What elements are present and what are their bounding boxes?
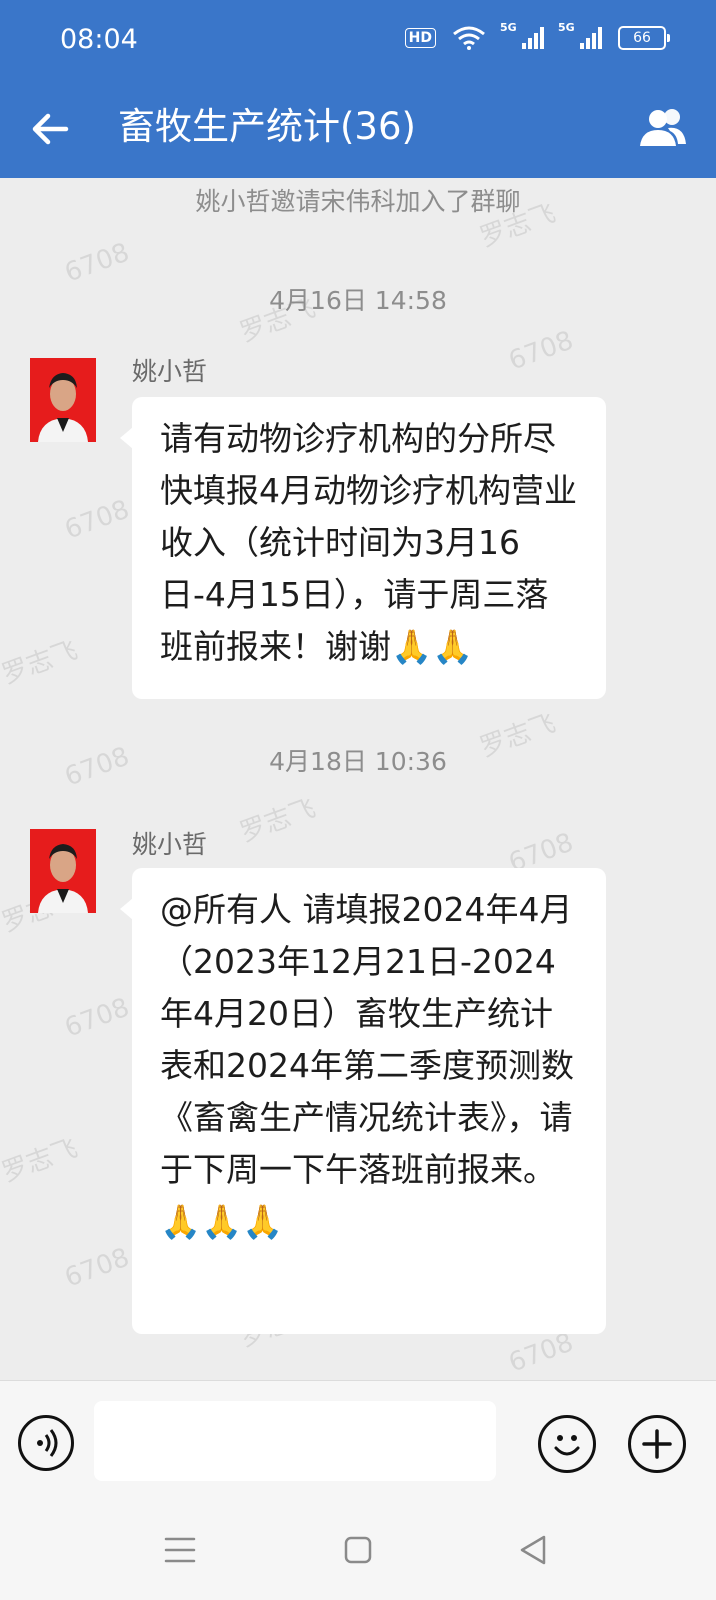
- message-timestamp: 4月16日 14:58: [269, 286, 447, 315]
- watermark-code: 6708: [504, 325, 578, 377]
- message-input[interactable]: [94, 1401, 496, 1481]
- plus-icon: [642, 1429, 672, 1459]
- emoji-button[interactable]: [538, 1415, 596, 1473]
- group-members-icon[interactable]: [634, 104, 690, 154]
- message-text: 请有动物诊疗机构的分所尽快填报4月动物诊疗机构营业收入（统计时间为3月16日-4…: [160, 419, 577, 666]
- chat-title: 畜牧生产统计(36): [118, 105, 416, 148]
- signal-icon-sim1: 5G: [500, 21, 544, 49]
- chat-header: 畜牧生产统计(36): [0, 80, 716, 178]
- voice-icon: [37, 1429, 58, 1457]
- more-actions-button[interactable]: [628, 1415, 686, 1473]
- system-message: 姚小哲邀请宋伟科加入了群聊: [195, 187, 521, 216]
- menu-icon[interactable]: [158, 1528, 202, 1572]
- back-triangle-icon[interactable]: [512, 1528, 556, 1572]
- status-icons: HD 5G 5G 66: [404, 21, 670, 50]
- back-arrow-icon[interactable]: [28, 106, 74, 152]
- message-bubble[interactable]: 请有动物诊疗机构的分所尽快填报4月动物诊疗机构营业收入（统计时间为3月16日-4…: [120, 397, 606, 699]
- watermark-name: 罗志飞: [0, 635, 82, 691]
- home-icon[interactable]: [336, 1528, 380, 1572]
- battery-icon: 66: [618, 26, 670, 50]
- watermark-name: 罗志飞: [236, 793, 320, 849]
- chat-input-bar: [0, 1380, 716, 1501]
- watermark-code: 6708: [504, 1327, 578, 1379]
- status-time: 08:04: [60, 24, 138, 55]
- watermark-code: 6708: [60, 992, 134, 1044]
- watermark-code: 6708: [60, 1242, 134, 1294]
- message-timestamp: 4月18日 10:36: [269, 747, 447, 776]
- system-navigation-bar: [0, 1500, 716, 1600]
- avatar[interactable]: [30, 829, 96, 913]
- wifi-icon: [453, 26, 485, 50]
- hd-icon: HD: [404, 28, 436, 48]
- message-bubble[interactable]: @所有人 请填报2024年4月（2023年12月21日-2024年4月20日）畜…: [120, 868, 606, 1334]
- signal-icon-sim2: 5G: [558, 21, 602, 49]
- smiley-icon: [554, 1435, 580, 1456]
- sender-name: 姚小哲: [132, 357, 208, 386]
- voice-input-button[interactable]: [18, 1415, 74, 1471]
- watermark-code: 6708: [60, 494, 134, 546]
- status-bar: 08:04 HD 5G 5G 66: [0, 0, 716, 80]
- watermark-name: 罗志飞: [0, 1133, 82, 1189]
- avatar[interactable]: [30, 358, 96, 442]
- battery-level: 66: [633, 30, 651, 46]
- message-text: @所有人 请填报2024年4月（2023年12月21日-2024年4月20日）畜…: [160, 890, 574, 1241]
- sender-name: 姚小哲: [132, 830, 208, 859]
